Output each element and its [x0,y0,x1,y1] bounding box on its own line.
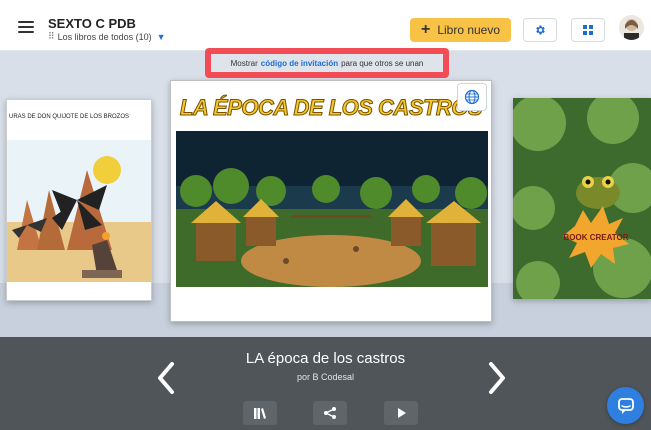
right-book-badge-text: BOOK CREATOR [563,233,628,242]
settings-button[interactable] [523,18,557,42]
book-cover-center[interactable]: LA ÉPOCA DE LOS CASTROS [170,80,492,322]
left-book-caption: URAS DE DON QUIJOTE DE LOS BROZOS [9,114,130,120]
current-book-title: LA época de los castros [245,350,406,367]
gear-icon [536,25,545,35]
book-info-bar: LA época de los castros por B Codesal [0,337,651,430]
invite-prefix: Mostrar [230,58,258,68]
invite-banner: Mostrar código de invitación para que ot… [211,54,443,72]
library-subtitle: Los libros de todos (10) [57,31,152,42]
chevron-down-icon: ▼ [156,31,166,42]
grid-icon [583,25,593,35]
current-book-author: por B Codesal [296,372,355,382]
share-button[interactable] [313,401,347,425]
play-button[interactable] [384,401,418,425]
book-cover-left[interactable]: URAS DE DON QUIJOTE DE LOS BROZOS [6,99,152,301]
center-book-illustration [176,131,488,287]
book-cover-right[interactable]: BOOK CREATOR [513,98,651,299]
chat-button[interactable] [607,387,644,424]
chat-icon [617,397,634,414]
new-book-button[interactable]: + Libro nuevo [410,18,511,42]
invite-code-link[interactable]: código de invitación [261,59,338,68]
grid-view-button[interactable] [571,18,605,42]
avatar[interactable] [619,15,644,40]
library-switcher[interactable]: ⠿ Los libros de todos (10) ▼ [48,31,166,42]
chevron-right-icon [489,362,505,394]
library-button[interactable] [243,401,277,425]
invite-suffix: para que otros se unan [341,58,424,68]
play-icon [398,408,406,418]
left-book-illustration [7,130,151,300]
books-icon [254,408,266,419]
plus-icon: + [420,21,431,38]
globe-icon [464,89,480,105]
right-book-illustration: BOOK CREATOR [513,98,651,299]
new-book-label: Libro nuevo [437,23,501,37]
center-book-title: LA ÉPOCA DE LOS CASTROS [179,95,483,121]
chevron-left-icon [158,362,174,394]
people-icon: ⠿ [48,31,55,41]
next-book-button[interactable] [483,360,511,396]
hamburger-icon[interactable] [18,21,34,33]
top-bar: SEXTO C PDB ⠿ Los libros de todos (10) ▼… [0,0,651,51]
share-icon [324,407,336,419]
globe-button[interactable] [457,83,487,111]
library-title: SEXTO C PDB [48,16,136,31]
previous-book-button[interactable] [152,360,180,396]
